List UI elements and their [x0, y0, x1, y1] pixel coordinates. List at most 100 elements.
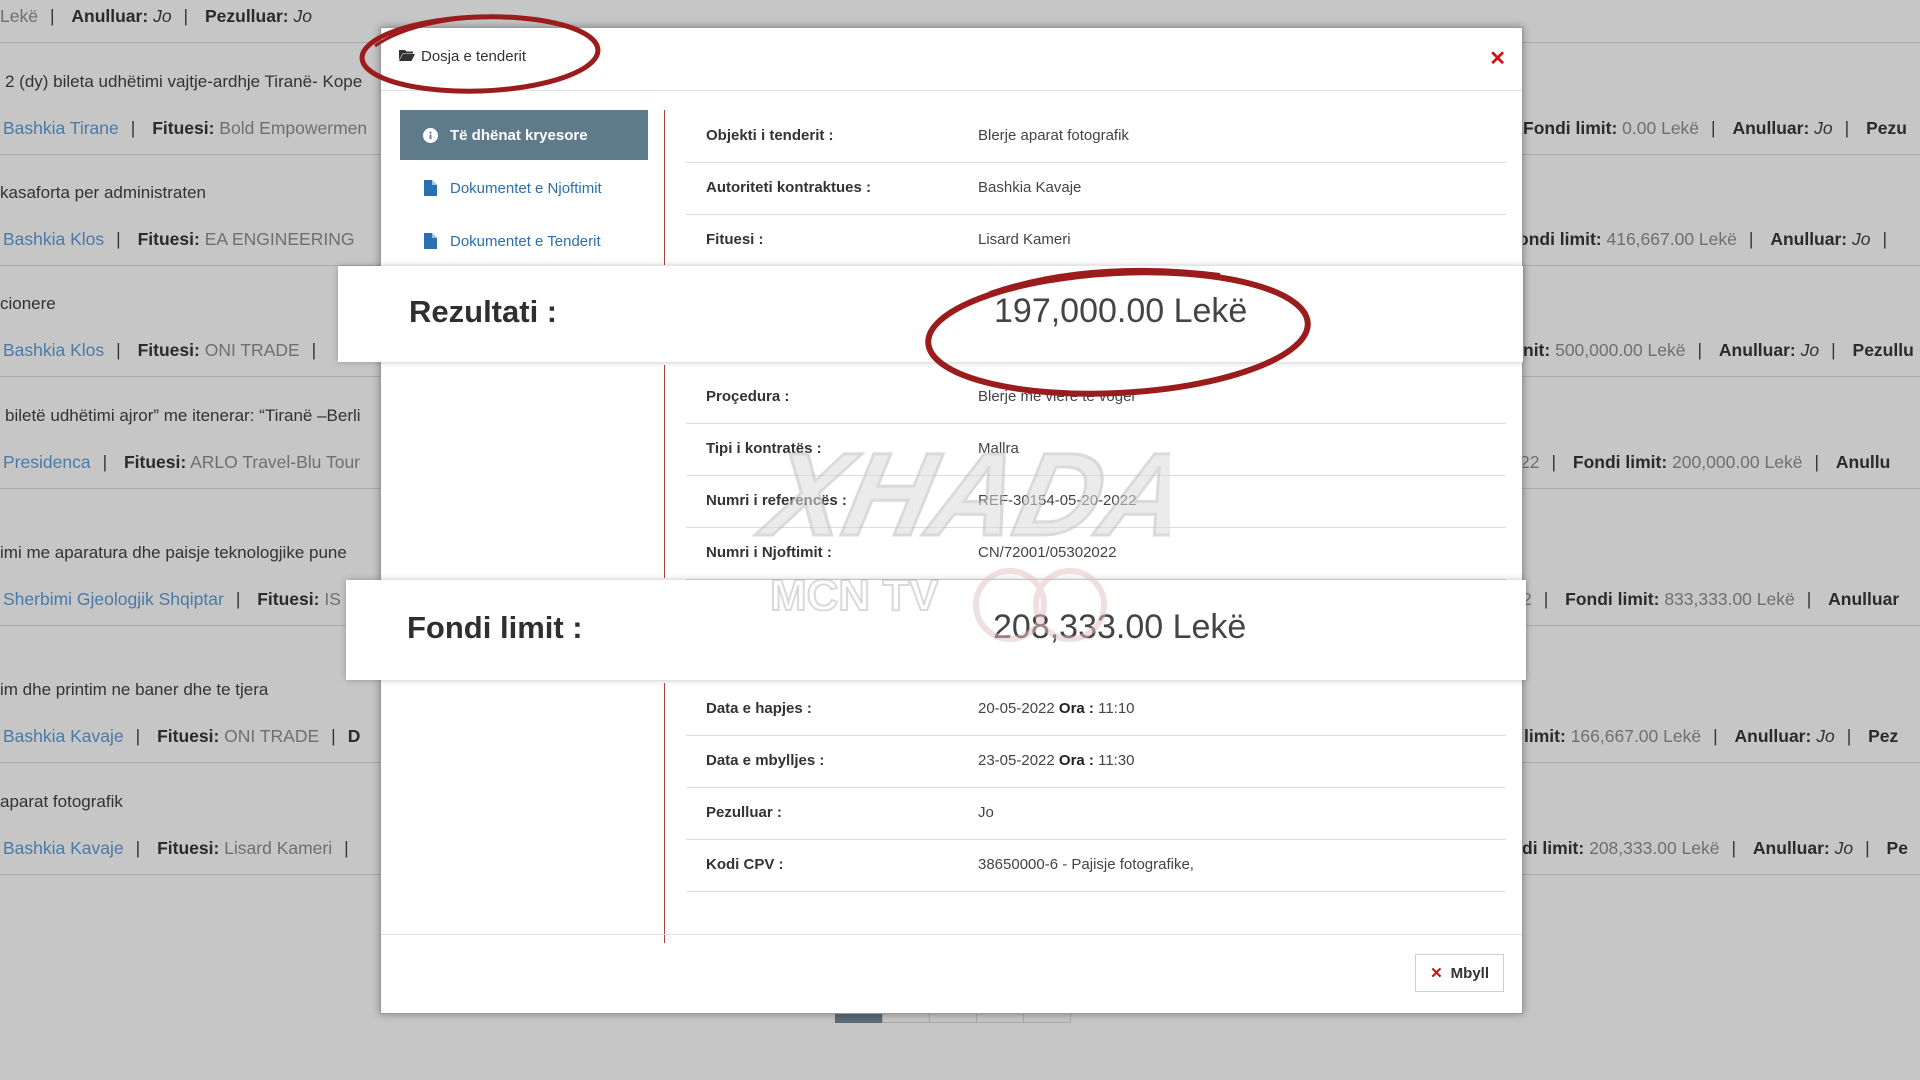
list-item-title[interactable]: aparat fotografik [0, 792, 123, 812]
winner-value: ONI TRADE [204, 340, 300, 360]
authority-link[interactable]: Bashkia Kavaje [3, 726, 124, 746]
modal-title-text: Dosja e tenderit [421, 48, 527, 65]
anulluar-label: Anulluar: [1732, 118, 1810, 138]
modal-header: Dosja e tenderit ✕ [381, 28, 1522, 91]
result-label: Rezultati : [409, 294, 558, 329]
detail-label: Numri i referencës : [706, 492, 847, 509]
nav-item-tender-documents[interactable]: Dokumentet e Tenderit [400, 216, 648, 266]
fondi-label: Fondi limit: [1523, 118, 1618, 138]
nav-item-notice-documents[interactable]: Dokumentet e Njoftimit [400, 163, 648, 213]
winner-value: Bold Empowermen [219, 118, 368, 138]
authority-link[interactable]: Bashkia Klos [3, 229, 104, 249]
detail-value: 23-05-2022 Ora : 11:30 [978, 752, 1135, 769]
list-item-title[interactable]: kasaforta per administraten [0, 183, 206, 203]
winner-label: Fituesi: [137, 340, 200, 360]
close-button[interactable]: ✕ Mbyll [1415, 954, 1504, 992]
detail-value: Blerje me vlerë të vogël [978, 388, 1135, 405]
detail-label: Data e mbylljes : [706, 752, 825, 769]
winner-label: Fituesi: [152, 118, 215, 138]
detail-value: Mallra [978, 440, 1019, 457]
winner-label: Fituesi: [137, 229, 200, 249]
detail-value: CN/72001/05302022 [978, 544, 1117, 561]
detail-label: Fituesi : [706, 231, 764, 248]
divider-vertical [664, 110, 665, 265]
anulluar-value: Jo [153, 6, 172, 26]
fund-limit-highlight-strip: Fondi limit : 208,333.00 Lekë [346, 580, 1526, 680]
fund-limit-value: 208,333.00 Lekë [993, 608, 1247, 646]
winner-label: Fituesi: [123, 452, 187, 472]
detail-label: Pezulluar : [706, 804, 782, 821]
list-item-title[interactable]: biletë udhëtimi ajror” me itenerar: “Tir… [5, 406, 361, 426]
list-item-title[interactable]: cionere [0, 294, 56, 314]
document-icon [422, 233, 438, 249]
detail-value: Jo [978, 804, 994, 821]
anulluar-label: Anulluar [1828, 589, 1900, 609]
list-item-meta: Presidenca | Fituesi: ARLO Travel-Blu Tou… [3, 452, 361, 472]
authority-link[interactable]: Bashkia Kavaje [3, 838, 124, 858]
fondi-value: 416,667.00 Lekë [1606, 229, 1737, 249]
detail-row-winner: Fituesi : Lisard Kameri [686, 214, 1506, 267]
detail-label: Data e hapjes : [706, 700, 812, 717]
nav-item-label: Të dhënat kryesore [450, 126, 588, 144]
fondi-value: 200,000.00 Lekë [1672, 452, 1803, 472]
detail-row-reference: Numri i referencës : REF-30154-05-20-202… [686, 475, 1506, 528]
nav-item-main-data[interactable]: Të dhënat kryesore [400, 110, 648, 160]
fund-limit-label: Fondi limit : [407, 610, 583, 645]
list-item-title[interactable]: imi me aparatura dhe paisje teknologjike… [0, 543, 347, 563]
fondi-label: di limit: [1522, 838, 1585, 858]
detail-value: REF-30154-05-20-2022 [978, 492, 1137, 509]
fondi-value: 166,667.00 Lekë [1570, 726, 1702, 746]
detail-value: 20-05-2022 Ora : 11:10 [978, 700, 1135, 717]
detail-label: Numri i Njoftimit : [706, 544, 832, 561]
detail-row-procedure: Proçedura : Blerje me vlerë të vogël [686, 371, 1506, 424]
anulluar-label: Anulluar: [1770, 229, 1848, 249]
date-value: 20-05-2022 [978, 700, 1055, 717]
pezulluar-label: Pezullu [1852, 340, 1914, 360]
winner-label: Fituesi: [157, 838, 220, 858]
truncated-text: D [347, 726, 361, 746]
close-button-label: Mbyll [1450, 964, 1489, 982]
winner-value: EA ENGINEERING [204, 229, 355, 249]
anulluar-value: Jo [1852, 229, 1871, 249]
anulluar-value: Jo [1816, 726, 1835, 746]
nav-item-label: Dokumentet e Njoftimit [450, 179, 602, 197]
authority-link[interactable]: Presidenca [3, 452, 91, 472]
modal-footer: ✕ Mbyll [381, 934, 1522, 1013]
authority-link[interactable]: Bashkia Tirane [3, 118, 119, 138]
fondi-label: limit: [1524, 726, 1566, 746]
detail-label: Tipi i kontratës : [706, 440, 822, 457]
anulluar-label: Anullu [1835, 452, 1891, 472]
list-item-meta-right: ondi limit: 416,667.00 Lekë | Anulluar: J… [1518, 229, 1888, 249]
pezulluar-label: Pe [1886, 838, 1908, 858]
anulluar-value: Jo [1814, 118, 1833, 138]
detail-label: Kodi CPV : [706, 856, 784, 873]
anulluar-label: Anulluar: [1718, 340, 1796, 360]
list-item-title[interactable]: im dhe printim ne baner dhe te tjera [0, 680, 268, 700]
detail-label: Proçedura : [706, 388, 790, 405]
list-item-meta-right: 2 | Fondi limit: 833,333.00 Lekë | Anullua… [1522, 589, 1900, 609]
time-value: 11:10 [1098, 700, 1135, 717]
authority-link[interactable]: Bashkia Klos [3, 340, 104, 360]
folder-open-icon [399, 48, 415, 65]
modal-side-nav: Të dhënat kryesore Dokumentet e Njoftimi… [400, 110, 648, 269]
detail-label: Autoriteti kontraktues : [706, 179, 872, 196]
list-item-title[interactable]: 2 (dy) bileta udhëtimi vajtje-ardhje Tir… [5, 72, 362, 92]
authority-link[interactable]: Sherbimi Gjeologjik Shqiptar [3, 589, 224, 609]
time-label: Ora : [1058, 752, 1094, 769]
detail-row-suspended: Pezulluar : Jo [686, 787, 1506, 840]
close-icon: ✕ [1430, 965, 1443, 982]
list-item-meta: Bashkia Tirane | Fituesi: Bold Empowermen [3, 118, 368, 138]
list-item-meta: Sherbimi Gjeologjik Shqiptar | Fituesi: I… [3, 589, 341, 609]
list-item-meta-right: di limit: 208,333.00 Lekë | Anulluar: Jo |… [1522, 838, 1908, 858]
info-circle-icon [422, 127, 438, 143]
list-item-meta-right: 22 | Fondi limit: 200,000.00 Lekë | Anullu [1520, 452, 1891, 472]
time-label: Ora : [1058, 700, 1094, 717]
pezulluar-label: Pezu [1866, 118, 1907, 138]
result-highlight-strip: Rezultati : 197,000.00 Lekë [338, 266, 1523, 362]
detail-row-notice-number: Numri i Njoftimit : CN/72001/05302022 [686, 527, 1506, 580]
fondi-value: 833,333.00 Lekë [1664, 589, 1795, 609]
pezulluar-label: Pez [1868, 726, 1899, 746]
detail-row-cpv-code: Kodi CPV : 38650000-6 - Pajisje fotograf… [686, 839, 1506, 892]
close-icon[interactable]: ✕ [1489, 46, 1506, 71]
fondi-label: ondi limit: [1518, 229, 1602, 249]
